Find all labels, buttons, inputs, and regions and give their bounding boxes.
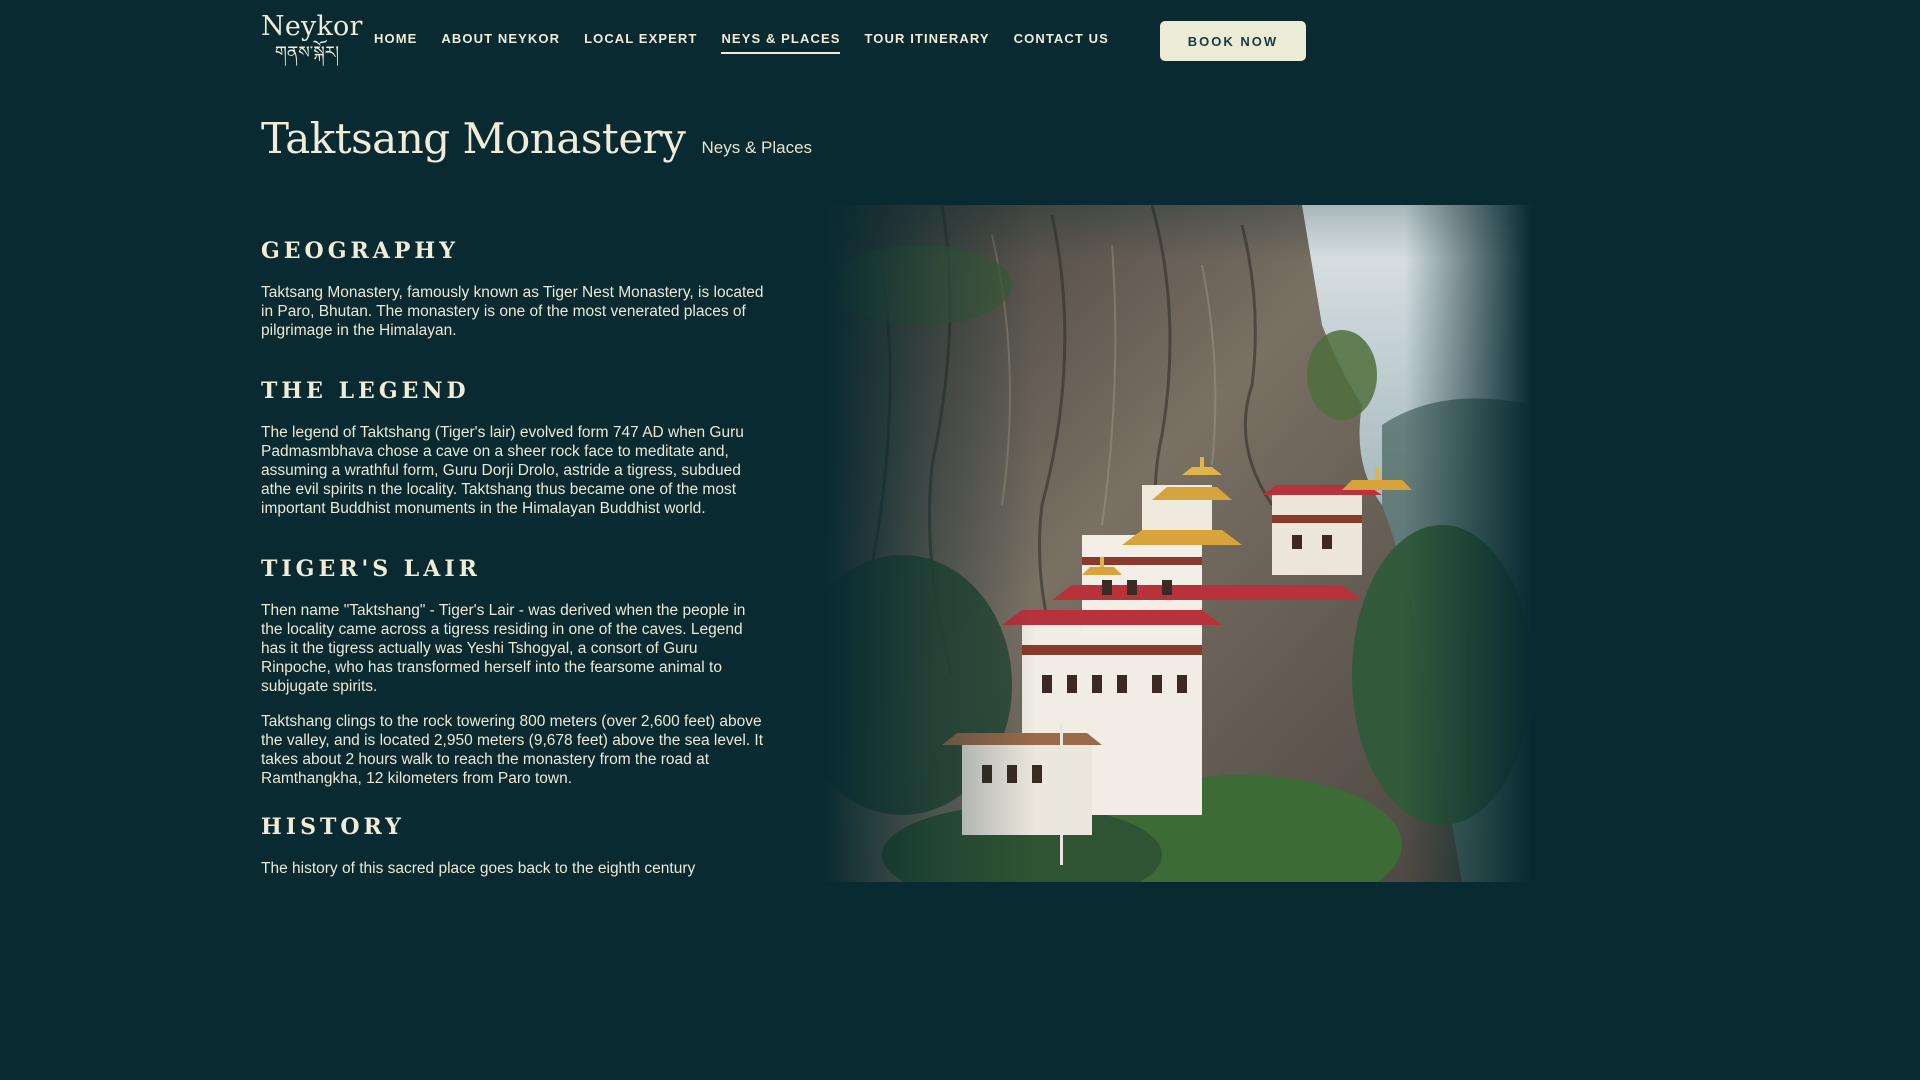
nav-contact-us[interactable]: CONTACT US [1014, 31, 1109, 54]
section-heading: TIGER'S LAIR [261, 556, 481, 582]
section-geography: GEOGRAPHY Taktsang Monastery, famously k… [261, 238, 771, 340]
page-title: Taktsang Monastery [261, 114, 686, 163]
page-category: Neys & Places [701, 138, 813, 157]
logo-tibetan-script: གནས་སྐོར། [274, 43, 340, 63]
brand-logo[interactable]: Neykor གནས་སྐོར། [261, 11, 363, 64]
section-heading: THE LEGEND [261, 378, 470, 404]
section-paragraph: Taktsang Monastery, famously known as Ti… [261, 284, 764, 339]
page-title-row: Taktsang Monastery Neys & Places [261, 114, 812, 163]
logo-wordmark: Neykor [261, 11, 363, 42]
section-paragraph: Taktshang clings to the rock towering 80… [261, 713, 764, 787]
nav-local-expert[interactable]: LOCAL EXPERT [584, 31, 697, 54]
section-heading: HISTORY [261, 814, 405, 840]
nav-neys-places[interactable]: NEYS & PLACES [721, 31, 841, 54]
section-history: HISTORY The history of this sacred place… [261, 814, 771, 878]
monastery-cliff-photo [822, 205, 1532, 882]
nav-tour-itinerary[interactable]: TOUR ITINERARY [864, 31, 989, 54]
nav-about-neykor[interactable]: ABOUT NEYKOR [441, 31, 560, 54]
section-heading: GEOGRAPHY [261, 238, 459, 264]
article-content: GEOGRAPHY Taktsang Monastery, famously k… [261, 238, 771, 916]
main-nav: HOME ABOUT NEYKOR LOCAL EXPERT NEYS & PL… [374, 31, 1133, 54]
book-now-button[interactable]: BOOK NOW [1160, 21, 1306, 61]
nav-home[interactable]: HOME [374, 31, 417, 54]
section-paragraph: Then name "Taktshang" - Tiger's Lair - w… [261, 602, 746, 695]
section-paragraph: The legend of Taktshang (Tiger's lair) e… [261, 424, 744, 517]
section-tigers-lair: TIGER'S LAIR Then name "Taktshang" - Tig… [261, 556, 771, 788]
section-paragraph: The history of this sacred place goes ba… [261, 860, 696, 877]
section-the-legend: THE LEGEND The legend of Taktshang (Tige… [261, 378, 771, 518]
